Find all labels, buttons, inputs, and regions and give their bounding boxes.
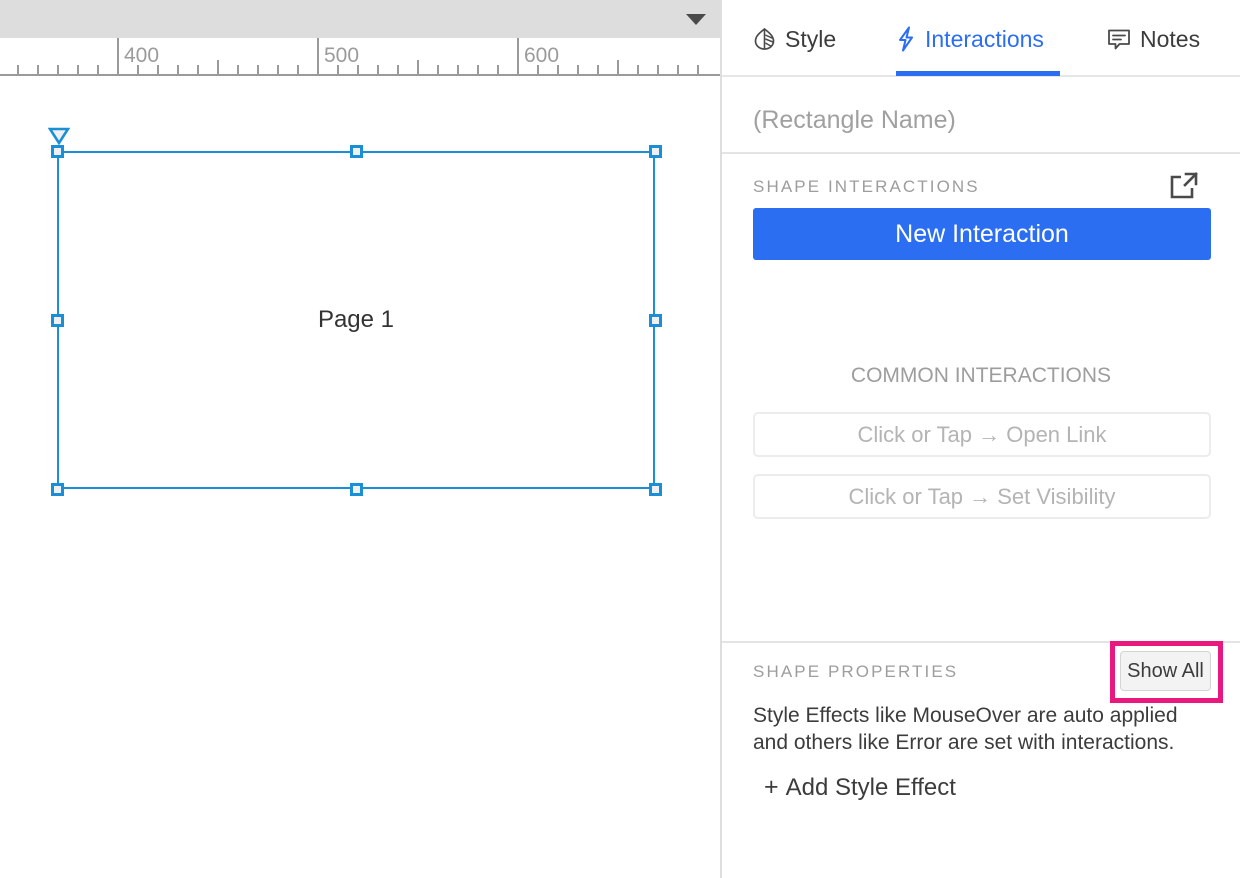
- ruler-minor-tick: [37, 65, 39, 74]
- new-interaction-button[interactable]: New Interaction: [753, 208, 1211, 260]
- resize-handle-top-right[interactable]: [649, 145, 662, 158]
- panel-divider-top: [722, 152, 1240, 154]
- ruler-minor-tick: [17, 65, 19, 74]
- show-all-button[interactable]: Show All: [1120, 651, 1211, 691]
- resize-handle-bottom-center[interactable]: [350, 483, 363, 496]
- ruler-minor-tick: [597, 65, 599, 74]
- ruler-major-tick: [517, 38, 519, 76]
- lightning-bolt-icon: [896, 26, 916, 52]
- common-interaction-open-link[interactable]: Click or Tap → Open Link: [753, 412, 1211, 457]
- resize-handle-middle-left[interactable]: [51, 314, 64, 327]
- rotation-triangle-icon: [48, 127, 70, 145]
- active-tab-indicator: [896, 71, 1060, 76]
- ruler-mid-tick: [617, 60, 619, 74]
- common-interaction-set-visibility[interactable]: Click or Tap → Set Visibility: [753, 474, 1211, 519]
- plus-icon: +: [764, 773, 779, 801]
- ruler-minor-tick: [437, 65, 439, 74]
- ruler-mid-tick: [417, 60, 419, 74]
- tab-style[interactable]: Style: [753, 26, 836, 52]
- shape-name-input[interactable]: (Rectangle Name): [753, 103, 956, 137]
- properties-panel: Style Interactions Notes: [720, 0, 1240, 878]
- ruler-minor-tick: [457, 65, 459, 74]
- ruler-label: 600: [524, 45, 559, 67]
- ruler-minor-tick: [397, 65, 399, 74]
- ruler-minor-tick: [177, 65, 179, 74]
- ruler-minor-tick: [297, 65, 299, 74]
- ruler-minor-tick: [657, 65, 659, 74]
- ruler-minor-tick: [677, 65, 679, 74]
- canvas-area: 400 500 600 Page 1: [0, 0, 720, 878]
- tab-interactions[interactable]: Interactions: [896, 26, 1044, 52]
- tab-notes-label: Notes: [1140, 26, 1200, 52]
- open-external-icon[interactable]: [1166, 168, 1202, 204]
- ruler-label: 400: [124, 45, 159, 67]
- resize-handle-bottom-right[interactable]: [649, 483, 662, 496]
- ruler-minor-tick: [57, 65, 59, 74]
- add-style-effect-label: Add Style Effect: [786, 774, 956, 801]
- note-bubble-icon: [1107, 28, 1131, 51]
- ruler-minor-tick: [377, 65, 379, 74]
- ruler-major-tick: [117, 38, 119, 76]
- ruler-minor-tick: [197, 65, 199, 74]
- shape-properties-description: Style Effects like MouseOver are auto ap…: [753, 702, 1208, 756]
- horizontal-ruler: 400 500 600: [0, 38, 720, 76]
- ruler-mid-tick: [217, 60, 219, 74]
- ruler-label: 500: [324, 45, 359, 67]
- resize-handle-middle-right[interactable]: [649, 314, 662, 327]
- style-leaf-icon: [753, 27, 776, 51]
- panel-tab-bar: Style Interactions Notes: [722, 0, 1240, 77]
- shape-interactions-heading: SHAPE INTERACTIONS: [753, 177, 980, 197]
- resize-handle-bottom-left[interactable]: [51, 483, 64, 496]
- ruler-major-tick: [317, 38, 319, 76]
- panel-divider-properties: [722, 641, 1240, 643]
- tab-notes[interactable]: Notes: [1107, 26, 1200, 52]
- ruler-minor-tick: [497, 65, 499, 74]
- ruler-minor-tick: [237, 65, 239, 74]
- ruler-minor-tick: [77, 65, 79, 74]
- resize-handle-top-center[interactable]: [350, 145, 363, 158]
- ruler-minor-tick: [97, 65, 99, 74]
- ruler-minor-tick: [257, 65, 259, 74]
- ruler-minor-tick: [697, 65, 699, 74]
- ruler-minor-tick: [637, 65, 639, 74]
- shape-properties-heading: SHAPE PROPERTIES: [753, 662, 958, 682]
- tab-style-label: Style: [785, 26, 836, 52]
- rectangle-label: Page 1: [59, 306, 653, 334]
- add-style-effect-button[interactable]: + Add Style Effect: [764, 772, 956, 803]
- tab-interactions-label: Interactions: [925, 26, 1044, 52]
- ruler-minor-tick: [577, 65, 579, 74]
- common-interactions-heading: COMMON INTERACTIONS: [722, 364, 1240, 388]
- chevron-down-icon[interactable]: [686, 14, 706, 25]
- resize-handle-top-left[interactable]: [51, 145, 64, 158]
- ruler-minor-tick: [477, 65, 479, 74]
- ruler-minor-tick: [277, 65, 279, 74]
- selected-rectangle[interactable]: Page 1: [57, 151, 655, 489]
- canvas-toolbar-strip: [0, 0, 720, 38]
- application-window: 400 500 600 Page 1: [0, 0, 1240, 878]
